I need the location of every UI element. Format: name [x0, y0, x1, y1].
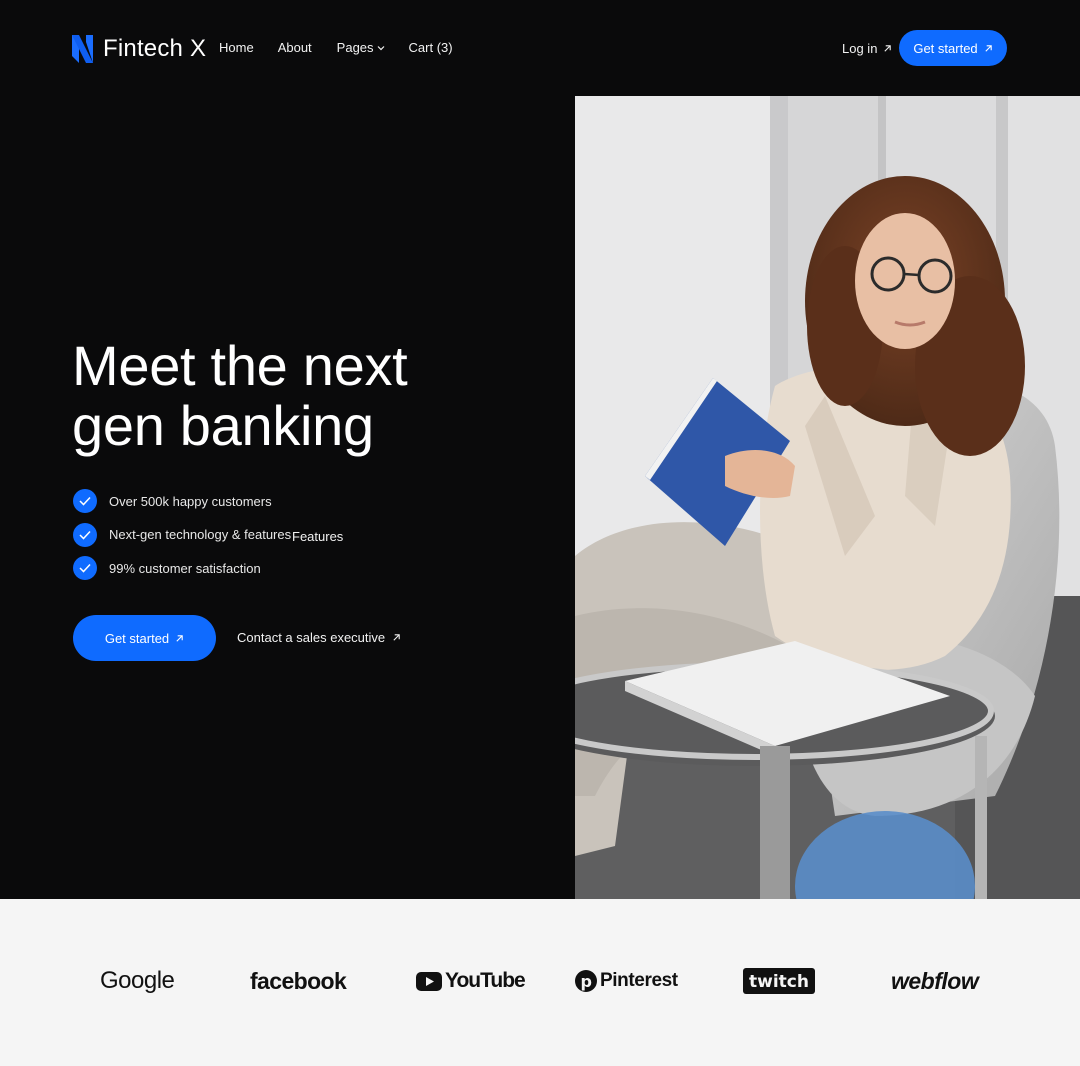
hero-headline-line1: Meet the next [72, 334, 408, 397]
fintech-logo-icon [72, 35, 93, 63]
facebook-logo: facebook [250, 967, 347, 994]
get-started-label: Get started [104, 630, 170, 646]
contact-sales-link[interactable]: Contact a sales executive [237, 630, 401, 645]
feature-list: Over 500k happy customers Next-gen techn… [73, 489, 291, 590]
woman-reading-photo [575, 96, 1080, 899]
chevron-down-icon [377, 45, 384, 50]
login-link[interactable]: Log in [842, 41, 892, 56]
twitch-wordmark-icon: twitch [743, 968, 815, 994]
top-navigation: Fintech X Home About Features Pages Cart… [0, 0, 1080, 544]
check-circle-icon [73, 522, 97, 547]
feature-item: Over 500k happy customers [73, 489, 291, 513]
svg-text:p: p [580, 972, 591, 991]
nav-item-about[interactable]: About [278, 40, 312, 55]
twitch-wordmark: twitch [749, 972, 809, 992]
hero-headline: Meet the next gen banking [72, 334, 408, 457]
feature-text: 99% customer satisfaction [109, 560, 261, 576]
nav-item-home[interactable]: Home [219, 40, 254, 55]
feature-text: Next-gen technology & features [109, 527, 292, 542]
google-logo: Google [100, 967, 175, 994]
youtube-wordmark: YouTube [445, 969, 526, 992]
twitch-logo: twitch [743, 966, 815, 996]
login-label: Log in [842, 41, 878, 56]
feature-item: 99% customer satisfaction [73, 556, 291, 580]
feature-item: Next-gen technology & features [73, 522, 292, 547]
arrow-up-right-icon [393, 634, 400, 641]
arrow-up-right-icon [176, 634, 183, 642]
arrow-up-right-icon [985, 44, 992, 52]
nav-item-cart[interactable]: Cart (3) [409, 40, 453, 55]
partner-logos: Google facebook YouTube p Pinterest twit… [0, 899, 1080, 1066]
webflow-logo: webflow [891, 967, 979, 994]
check-circle-icon [73, 556, 97, 580]
pinterest-logo: p Pinterest [575, 966, 678, 996]
hero-headline-line2: gen banking [72, 394, 374, 457]
nav-item-pages-label: Pages [336, 40, 374, 55]
youtube-play-icon [416, 971, 442, 991]
get-started-label: Get started [913, 40, 978, 56]
check-circle-icon [73, 489, 97, 513]
main-menu: Home About Features Pages Cart (3) [219, 40, 453, 544]
brand[interactable]: Fintech X [72, 35, 206, 63]
pinterest-p-icon: p [575, 970, 597, 992]
brand-name: Fintech X [103, 35, 207, 62]
get-started-button-nav[interactable]: Get started [899, 30, 1007, 66]
arrow-up-right-icon [884, 45, 892, 52]
contact-sales-label: Contact a sales executive [237, 630, 386, 645]
hero-photo [575, 96, 1080, 899]
nav-item-features[interactable]: Features [292, 529, 343, 544]
youtube-logo: YouTube [416, 966, 526, 996]
get-started-button[interactable]: Get started [73, 615, 216, 661]
pinterest-wordmark: Pinterest [600, 970, 678, 991]
nav-item-pages[interactable]: Pages [337, 40, 385, 55]
feature-text: Over 500k happy customers [109, 493, 272, 509]
